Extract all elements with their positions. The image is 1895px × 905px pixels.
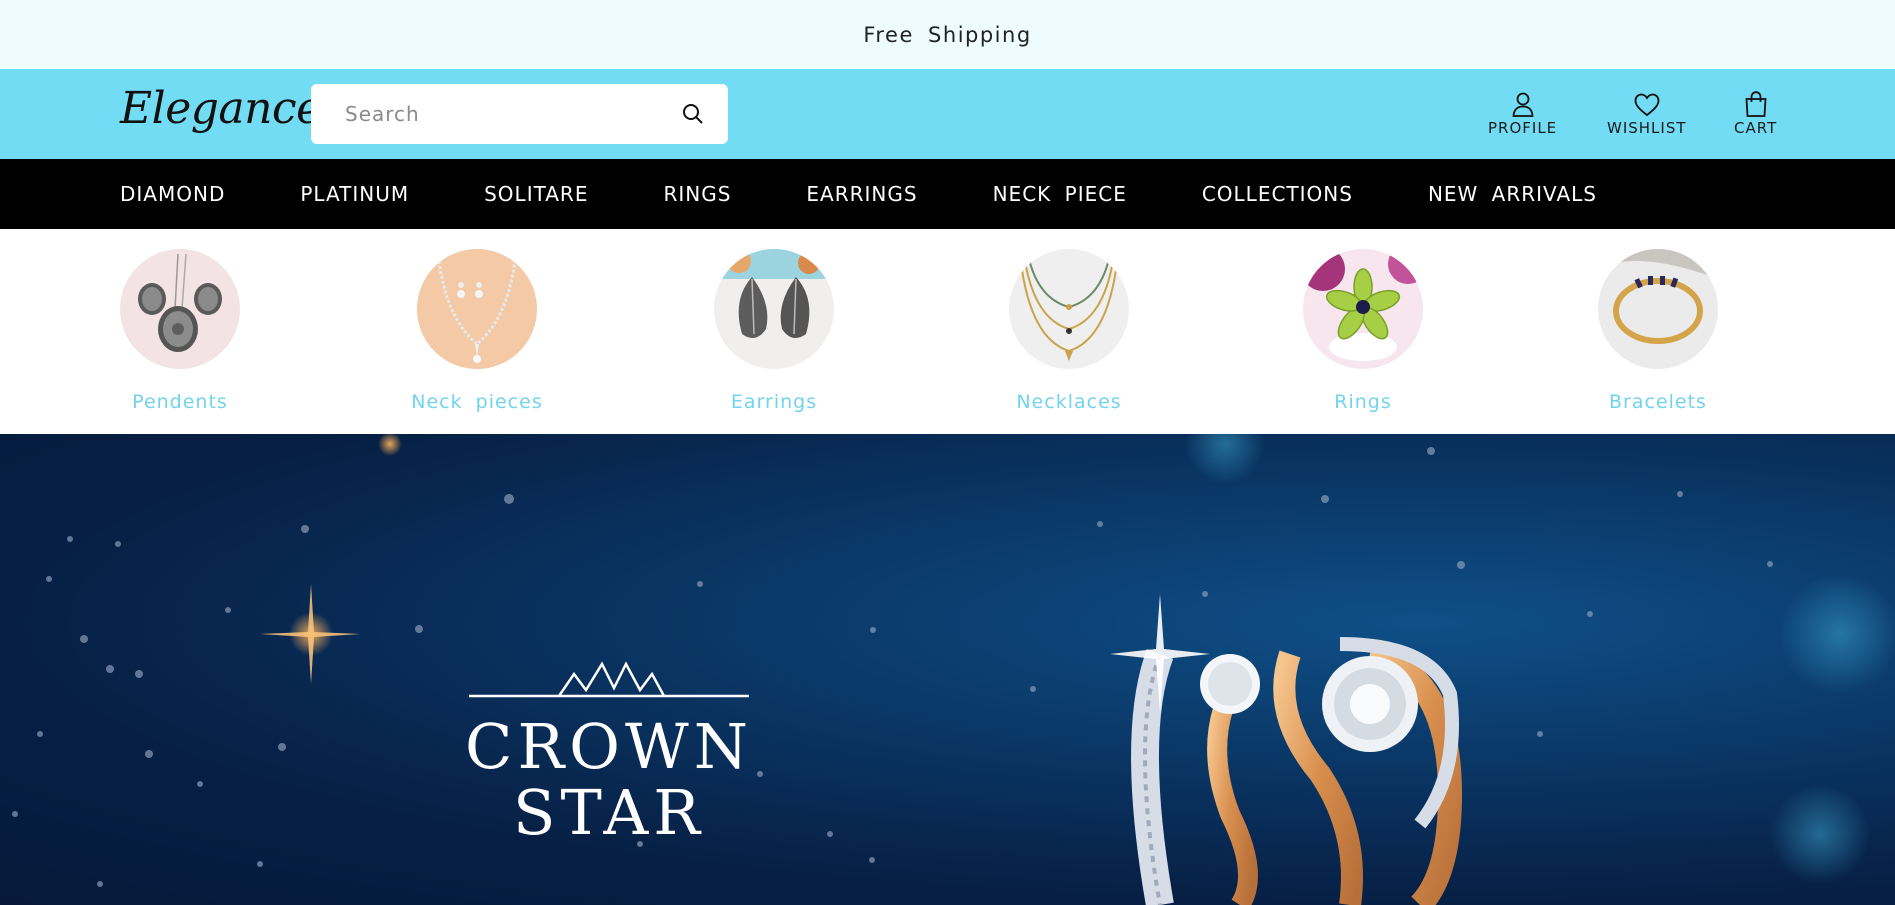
user-icon xyxy=(1511,87,1535,117)
leaf-earrings-image xyxy=(714,249,834,369)
category-necklaces[interactable]: Necklaces xyxy=(979,249,1159,413)
pendant-image xyxy=(120,249,240,369)
hero-title: CROWN STAR xyxy=(464,714,754,846)
wishlist-button[interactable]: WISHLIST xyxy=(1607,87,1687,137)
category-label: Bracelets xyxy=(1609,391,1707,413)
category-neck-pieces[interactable]: Neck pieces xyxy=(387,249,567,413)
nav-item-collections[interactable]: COLLECTIONS xyxy=(1202,182,1353,206)
logo[interactable]: Elegance xyxy=(120,83,322,134)
category-label: Pendents xyxy=(132,391,228,413)
starry-background xyxy=(12,434,1895,905)
category-pendents[interactable]: Pendents xyxy=(90,249,270,413)
category-rings[interactable]: Rings xyxy=(1273,249,1453,413)
shopping-bag-icon xyxy=(1744,87,1768,117)
nav-item-new-arrivals[interactable]: NEW ARRIVALS xyxy=(1428,182,1597,206)
category-label: Earrings xyxy=(730,391,818,413)
category-strip: Pendents Neck pieces Earrings Necklaces … xyxy=(0,229,1895,434)
search-bar xyxy=(311,84,728,144)
announcement-bar: Free Shipping xyxy=(0,0,1895,69)
search-icon[interactable] xyxy=(680,101,706,127)
layered-necklace-image xyxy=(1009,249,1129,369)
crown-icon xyxy=(469,661,749,698)
flower-ring-image xyxy=(1303,249,1423,369)
site-header: Elegance PROFILE WISHLIST xyxy=(0,69,1895,159)
category-label: Neck pieces xyxy=(411,391,543,413)
heart-icon xyxy=(1634,87,1660,117)
announcement-text: Free Shipping xyxy=(863,22,1032,47)
profile-label: PROFILE xyxy=(1488,119,1558,137)
category-label: Necklaces xyxy=(1016,391,1122,413)
cart-button[interactable]: CART xyxy=(1734,87,1777,137)
search-input[interactable] xyxy=(345,102,680,126)
cart-label: CART xyxy=(1734,119,1778,137)
hero-title-line2: STAR xyxy=(513,776,705,849)
profile-button[interactable]: PROFILE xyxy=(1488,87,1557,137)
nav-item-diamond[interactable]: DIAMOND xyxy=(120,182,225,206)
nav-item-solitare[interactable]: SOLITARE xyxy=(484,182,588,206)
category-label: Rings xyxy=(1334,391,1392,413)
hero-title-line1: CROWN xyxy=(465,710,753,783)
necklace-set-image xyxy=(417,249,537,369)
main-nav: DIAMOND PLATINUM SOLITARE RINGS EARRINGS… xyxy=(0,159,1895,229)
category-bracelets[interactable]: Bracelets xyxy=(1568,249,1748,413)
nav-item-earrings[interactable]: EARRINGS xyxy=(806,182,917,206)
category-earrings[interactable]: Earrings xyxy=(684,249,864,413)
nav-item-neck-piece[interactable]: NECK PIECE xyxy=(993,182,1127,206)
nav-item-platinum[interactable]: PLATINUM xyxy=(300,182,409,206)
wishlist-label: WISHLIST xyxy=(1607,119,1687,137)
hero-banner[interactable]: CROWN STAR xyxy=(0,434,1895,905)
bracelet-image xyxy=(1598,249,1718,369)
nav-item-rings[interactable]: RINGS xyxy=(663,182,731,206)
